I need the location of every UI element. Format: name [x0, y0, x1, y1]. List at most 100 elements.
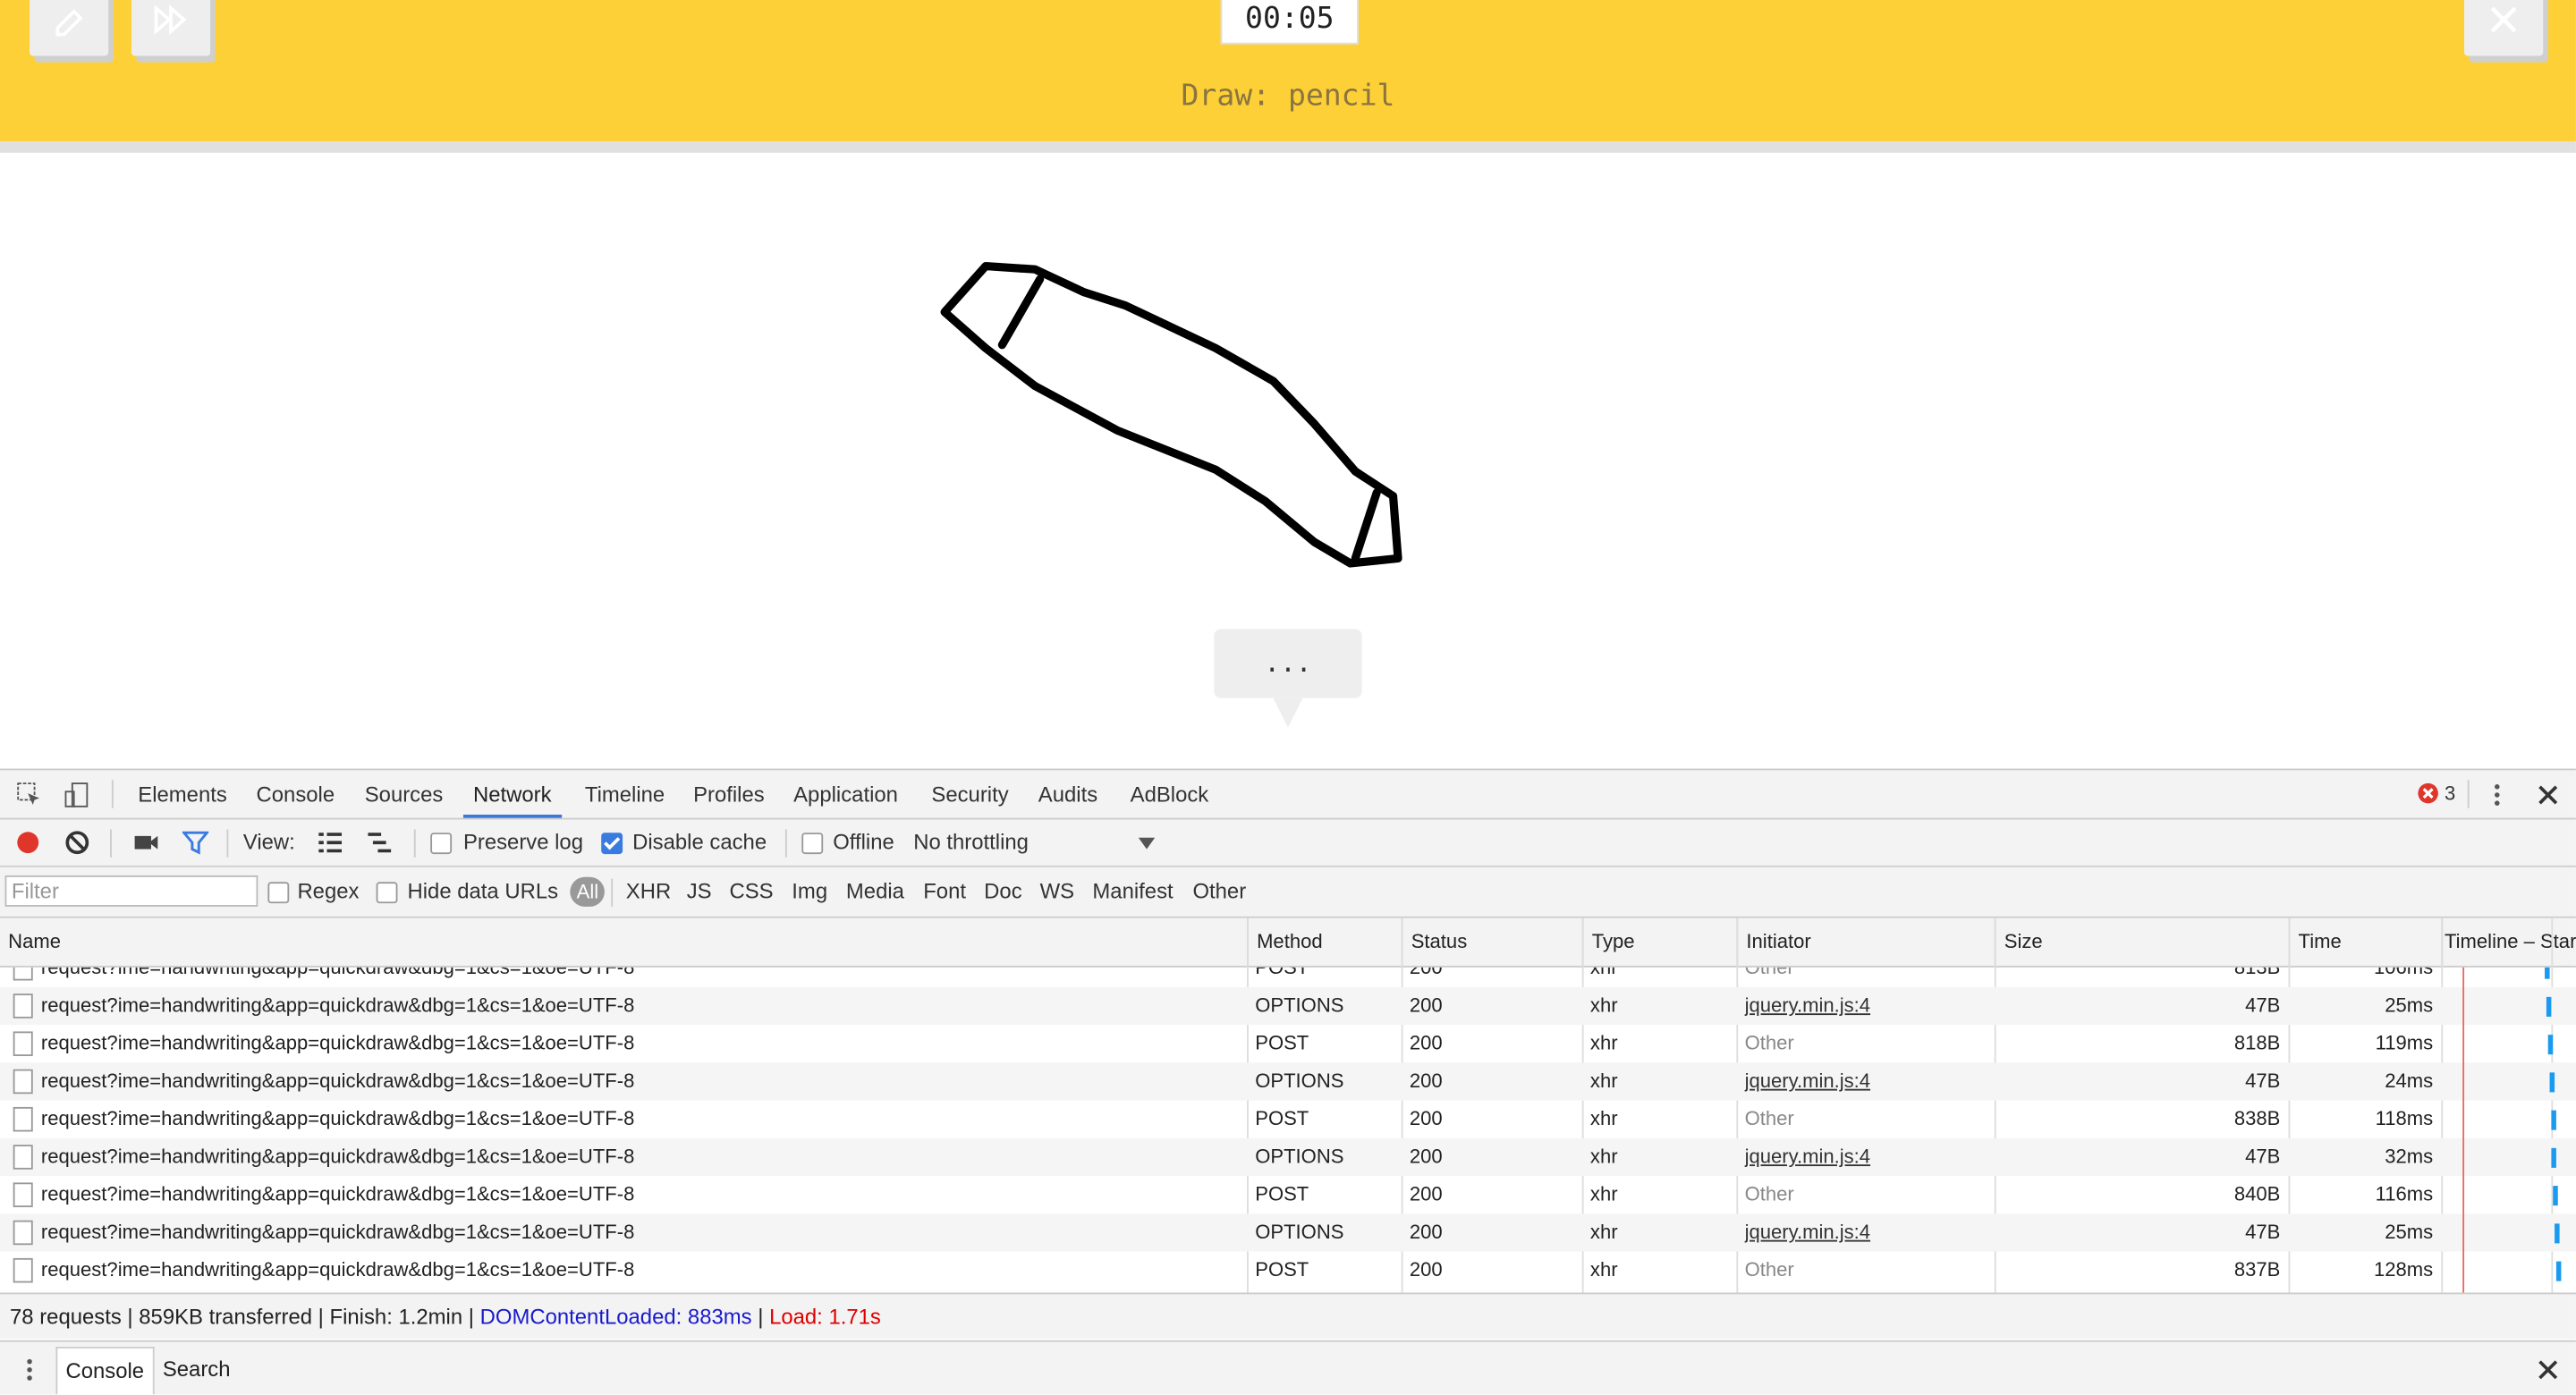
regex-label[interactable]: Regex — [297, 867, 359, 917]
game-top-bar: 00:05 Draw: pencil — [0, 0, 2576, 141]
throttling-select[interactable]: No throttling — [913, 820, 1029, 866]
request-initiator-link[interactable]: jquery.min.js:4 — [1745, 1062, 1988, 1100]
offline-checkbox[interactable] — [801, 833, 824, 855]
filter-type-img[interactable]: Img — [792, 867, 827, 917]
tab-elements[interactable]: Elements — [138, 770, 227, 817]
skip-button[interactable] — [131, 0, 211, 56]
request-initiator-link[interactable]: jquery.min.js:4 — [1745, 1138, 1988, 1176]
record-button[interactable] — [15, 830, 41, 856]
column-header-type[interactable]: Type — [1581, 917, 1737, 966]
tab-network[interactable]: Network — [462, 770, 562, 818]
close-drawer-button[interactable] — [2533, 1355, 2561, 1384]
request-name[interactable]: request?ime=handwriting&app=quickdraw&db… — [41, 1101, 1241, 1138]
preserve-log-label[interactable]: Preserve log — [463, 820, 583, 866]
file-icon — [13, 1257, 33, 1283]
drawer-tab-console[interactable]: Console — [55, 1347, 155, 1395]
column-header-method[interactable]: Method — [1247, 917, 1402, 966]
table-row[interactable]: request?ime=handwriting&app=quickdraw&db… — [0, 1176, 2576, 1213]
filter-type-ws[interactable]: WS — [1040, 867, 1074, 917]
preserve-log-checkbox[interactable] — [430, 833, 453, 855]
column-header-size[interactable]: Size — [1994, 917, 2289, 966]
more-options-button[interactable] — [2484, 780, 2510, 809]
filter-type-all[interactable]: All — [570, 876, 606, 907]
devtools-panel: Elements Console Sources Network Timelin… — [0, 768, 2576, 1395]
request-type: xhr — [1589, 1106, 1618, 1130]
close-game-button[interactable] — [2464, 0, 2544, 56]
network-filter-bar: Filter Regex Hide data URLs All XHR JS C… — [0, 867, 2576, 918]
request-initiator-link[interactable]: jquery.min.js:4 — [1745, 987, 1988, 1025]
tab-profiles[interactable]: Profiles — [693, 770, 765, 817]
table-row[interactable]: request?ime=handwriting&app=quickdraw&db… — [0, 986, 2576, 1026]
hide-data-urls-label[interactable]: Hide data URLs — [408, 867, 559, 917]
disable-cache-checkbox[interactable] — [601, 833, 623, 855]
request-type: xhr — [1589, 1220, 1618, 1244]
file-icon — [13, 1220, 33, 1246]
request-initiator-link[interactable]: jquery.min.js:4 — [1745, 1213, 1988, 1251]
request-initiator: Other — [1744, 967, 1794, 979]
filter-type-doc[interactable]: Doc — [984, 867, 1021, 917]
filter-toggle-button[interactable] — [181, 830, 208, 856]
drawer-tab-search[interactable]: Search — [155, 1347, 239, 1392]
capture-screenshots-button[interactable] — [131, 830, 159, 856]
tab-audits[interactable]: Audits — [1038, 770, 1097, 817]
request-name[interactable]: request?ime=handwriting&app=quickdraw&db… — [41, 968, 1241, 987]
request-name[interactable]: request?ime=handwriting&app=quickdraw&db… — [41, 987, 1241, 1025]
clear-button[interactable] — [30, 0, 109, 56]
filter-type-media[interactable]: Media — [846, 867, 904, 917]
error-icon[interactable] — [2417, 782, 2440, 805]
filter-input[interactable]: Filter — [4, 875, 258, 907]
table-row[interactable]: request?ime=handwriting&app=quickdraw&db… — [0, 1252, 2576, 1289]
tab-timeline[interactable]: Timeline — [585, 770, 665, 817]
regex-checkbox[interactable] — [267, 882, 290, 904]
table-row[interactable]: request?ime=handwriting&app=quickdraw&db… — [0, 1025, 2576, 1062]
overview-button[interactable] — [365, 830, 394, 856]
request-status: 200 — [1409, 1182, 1443, 1206]
file-icon — [13, 967, 33, 981]
column-header-timeline[interactable]: Timeline – Start — [2441, 917, 2576, 966]
tab-console[interactable]: Console — [257, 770, 335, 817]
column-header-time[interactable]: Time — [2288, 917, 2442, 966]
file-icon — [13, 1069, 33, 1095]
filter-type-js[interactable]: JS — [687, 867, 712, 917]
tab-sources[interactable]: Sources — [365, 770, 444, 817]
filter-type-font[interactable]: Font — [923, 867, 966, 917]
request-name[interactable]: request?ime=handwriting&app=quickdraw&db… — [41, 1176, 1241, 1213]
filter-type-other[interactable]: Other — [1192, 867, 1246, 917]
drawer-menu-button[interactable] — [16, 1355, 42, 1384]
draw-prompt: Draw: pencil — [1181, 79, 1395, 114]
table-row[interactable]: request?ime=handwriting&app=quickdraw&db… — [0, 1137, 2576, 1177]
top-bar-shadow — [0, 140, 2576, 153]
request-name[interactable]: request?ime=handwriting&app=quickdraw&db… — [41, 1213, 1241, 1251]
offline-label[interactable]: Offline — [833, 820, 894, 866]
request-method: POST — [1255, 1182, 1309, 1206]
error-count[interactable]: 3 — [2445, 770, 2455, 817]
disable-cache-label[interactable]: Disable cache — [632, 820, 767, 866]
throttling-dropdown[interactable] — [1137, 833, 1157, 852]
device-mode-button[interactable] — [63, 780, 92, 809]
inspect-element-button[interactable] — [15, 780, 45, 809]
hide-data-urls-checkbox[interactable] — [376, 882, 398, 904]
large-rows-button[interactable] — [316, 830, 345, 856]
request-time: 119ms — [2375, 1031, 2434, 1055]
close-devtools-button[interactable] — [2533, 780, 2561, 809]
request-name[interactable]: request?ime=handwriting&app=quickdraw&db… — [41, 1252, 1241, 1289]
request-name[interactable]: request?ime=handwriting&app=quickdraw&db… — [41, 1025, 1241, 1062]
tab-adblock[interactable]: AdBlock — [1131, 770, 1209, 817]
filter-type-manifest[interactable]: Manifest — [1092, 867, 1173, 917]
tab-application[interactable]: Application — [793, 770, 898, 817]
clear-log-button[interactable] — [64, 830, 90, 856]
table-row[interactable]: request?ime=handwriting&app=quickdraw&db… — [0, 1101, 2576, 1138]
table-row[interactable]: request?ime=handwriting&app=quickdraw&db… — [0, 1062, 2576, 1101]
column-header-status[interactable]: Status — [1401, 917, 1582, 966]
column-header-initiator[interactable]: Initiator — [1736, 917, 1994, 966]
filter-type-css[interactable]: CSS — [729, 867, 773, 917]
request-type: xhr — [1589, 1257, 1618, 1281]
table-row[interactable]: request?ime=handwriting&app=quickdraw&db… — [0, 967, 2576, 987]
tab-security[interactable]: Security — [931, 770, 1008, 817]
request-name[interactable]: request?ime=handwriting&app=quickdraw&db… — [41, 1062, 1241, 1100]
table-row[interactable]: request?ime=handwriting&app=quickdraw&db… — [0, 1213, 2576, 1252]
filter-type-xhr[interactable]: XHR — [626, 867, 671, 917]
view-label: View: — [242, 829, 295, 855]
request-name[interactable]: request?ime=handwriting&app=quickdraw&db… — [41, 1138, 1241, 1176]
column-header-name[interactable]: Name — [0, 918, 1249, 966]
